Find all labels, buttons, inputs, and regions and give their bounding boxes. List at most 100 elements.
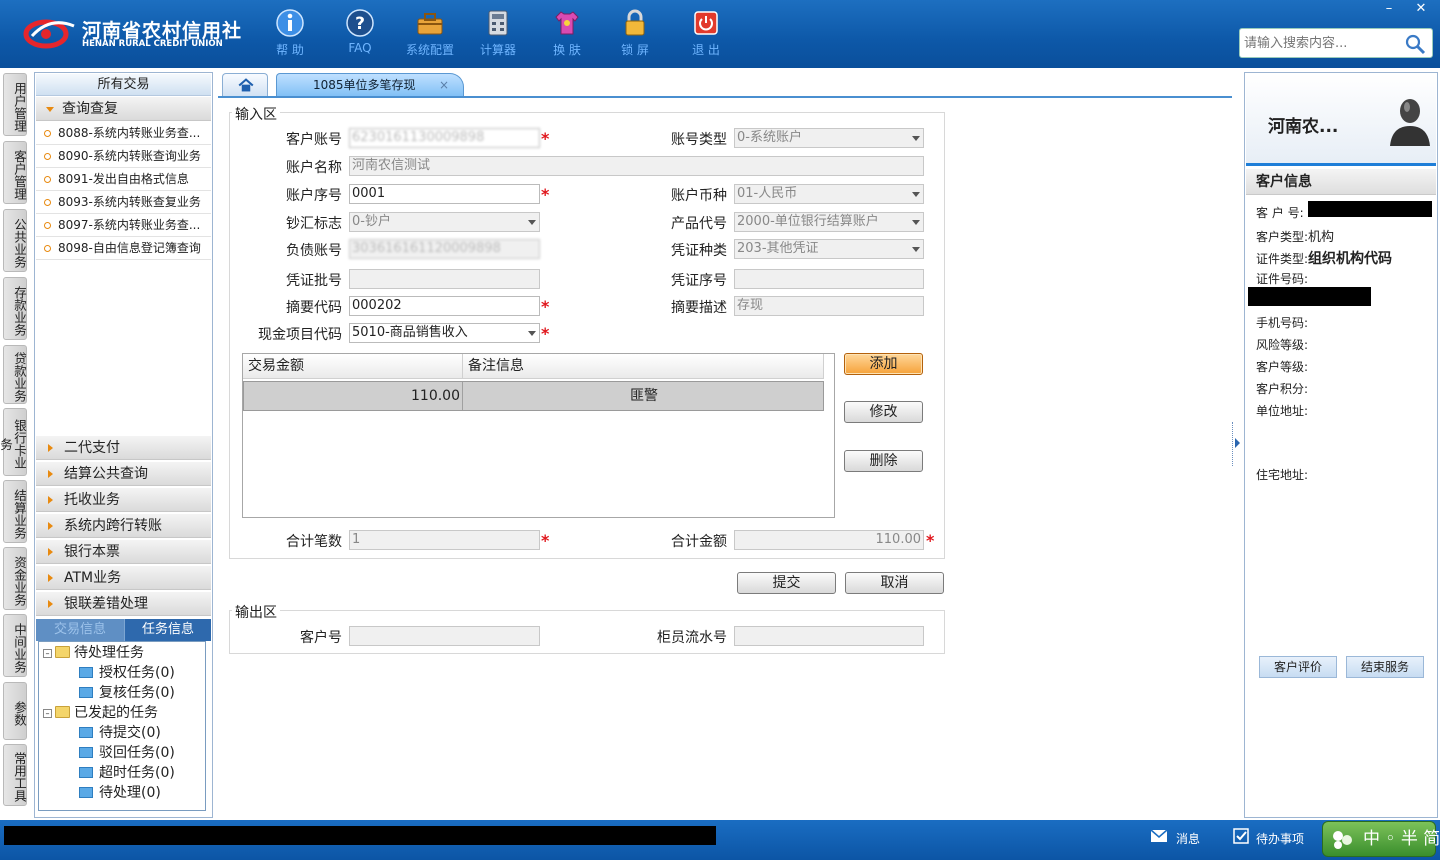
table-row[interactable]: 110.00 匪警: [243, 381, 824, 411]
skin-button[interactable]: 换 肤: [537, 8, 597, 64]
summary-desc-label: 摘要描述: [671, 300, 727, 316]
tree-node-rejected[interactable]: 驳回任务(0): [79, 744, 175, 762]
transaction-item[interactable]: 8098-自由信息登记簿查询: [36, 237, 211, 260]
tab-task-info[interactable]: 任务信息: [125, 619, 211, 641]
group-query[interactable]: 查询查复: [36, 97, 211, 121]
required-mark: *: [541, 531, 550, 550]
tree-node-label: 已发起的任务: [74, 705, 158, 721]
cell-amount: 110.00: [244, 382, 463, 410]
collapsed-arrow-icon: [48, 574, 53, 582]
module-tabs: 用户管理 客户管理 公共业务 存款业务 贷款业务 银行卡业务 结算业务 资金业务…: [0, 70, 30, 818]
collapsed-arrow-icon: [48, 444, 53, 452]
todo-label[interactable]: 待办事项: [1256, 830, 1304, 847]
search-input[interactable]: [1244, 29, 1404, 57]
delete-button[interactable]: 删除: [844, 450, 923, 472]
tree-node-to-submit[interactable]: 待提交(0): [79, 724, 161, 742]
account-seq-field[interactable]: 0001: [349, 184, 540, 204]
messages-label[interactable]: 消息: [1176, 830, 1200, 847]
cash-item-code-value: 5010-商品销售收入: [352, 325, 468, 340]
summary-code-field[interactable]: 000202: [349, 296, 540, 316]
customer-account-field[interactable]: 6230161130009898: [349, 128, 540, 148]
vtab-bank-card[interactable]: 银行卡业务: [0, 408, 27, 476]
transaction-item[interactable]: 8088-系统内转账业务查...: [36, 122, 211, 145]
vtab-intermediate[interactable]: 中间业务: [3, 614, 27, 677]
power-icon: [694, 11, 718, 35]
vtab-common-tools[interactable]: 常用工具: [3, 744, 27, 806]
tree-node-review[interactable]: 复核任务(0): [79, 684, 175, 702]
category-second-gen-payment[interactable]: 二代支付: [36, 436, 211, 460]
close-tab-icon[interactable]: ×: [439, 74, 449, 96]
tree-node-authorize[interactable]: 授权任务(0): [79, 664, 175, 682]
transaction-item[interactable]: 8097-系统内转账业务查...: [36, 214, 211, 237]
transaction-item[interactable]: 8090-系统内转账查询业务: [36, 145, 211, 168]
edit-button[interactable]: 修改: [844, 401, 923, 423]
add-button[interactable]: 添加: [844, 353, 923, 375]
submit-button[interactable]: 提交: [737, 572, 836, 594]
column-header-amount[interactable]: 交易金额: [243, 354, 463, 379]
category-bank-draft[interactable]: 银行本票: [36, 540, 211, 564]
category-label: ATM业务: [64, 570, 122, 586]
system-config-button[interactable]: 系统配置: [400, 8, 460, 64]
minimize-button[interactable]: –: [1374, 0, 1404, 18]
category-collection[interactable]: 托收业务: [36, 488, 211, 512]
system-config-label: 系统配置: [405, 43, 454, 57]
column-header-remark[interactable]: 备注信息: [463, 354, 824, 379]
exit-button[interactable]: 退 出: [676, 8, 736, 64]
tab-transaction-info[interactable]: 交易信息: [36, 619, 124, 641]
cancel-button[interactable]: 取消: [845, 572, 944, 594]
checkbox-icon[interactable]: [1232, 828, 1250, 844]
panel-splitter[interactable]: [1232, 422, 1242, 466]
collapse-icon[interactable]: –: [43, 709, 52, 718]
currency-select[interactable]: 01-人民币: [734, 184, 924, 204]
tab-home[interactable]: [222, 73, 268, 97]
transaction-item[interactable]: 8091-发出自由格式信息: [36, 168, 211, 191]
customer-account-label: 客户账号: [286, 132, 342, 148]
faq-button[interactable]: ? FAQ: [330, 8, 390, 64]
vtab-customer-management[interactable]: 客户管理: [3, 141, 27, 204]
product-code-select[interactable]: 2000-单位银行结算账户: [734, 212, 924, 232]
bullet-icon: [44, 130, 51, 137]
vtab-loan[interactable]: 贷款业务: [3, 345, 27, 404]
transaction-item[interactable]: 8093-系统内转账查复业务: [36, 191, 211, 214]
collapse-icon[interactable]: –: [43, 649, 52, 658]
account-type-select[interactable]: 0-系统账户: [734, 128, 924, 148]
vtab-deposit[interactable]: 存款业务: [3, 277, 27, 340]
end-service-button[interactable]: 结束服务: [1346, 656, 1424, 678]
tree-node-to-process[interactable]: 待处理(0): [79, 784, 161, 802]
tree-node-pending[interactable]: – 待处理任务: [43, 644, 144, 662]
cash-flag-select[interactable]: 0-钞户: [349, 212, 540, 232]
customer-no-label: 客 户 号:: [1256, 206, 1304, 220]
calculator-button[interactable]: 计算器: [468, 8, 528, 64]
mail-icon[interactable]: [1150, 828, 1168, 844]
cell-remark: 匪警: [630, 388, 658, 404]
account-name-field: 河南农信测试: [349, 156, 924, 176]
customer-evaluate-button[interactable]: 客户评价: [1259, 656, 1337, 678]
lock-screen-button[interactable]: 锁 屏: [605, 8, 665, 64]
vtab-funds[interactable]: 资金业务: [3, 547, 27, 610]
vtab-user-management[interactable]: 用户管理: [3, 73, 27, 136]
bullet-icon: [44, 222, 51, 229]
tree-node-initiated[interactable]: – 已发起的任务: [43, 704, 158, 722]
category-interbank-transfer[interactable]: 系统内跨行转账: [36, 514, 211, 538]
required-mark: *: [541, 129, 550, 148]
category-unionpay-error[interactable]: 银联差错处理: [36, 592, 211, 616]
vtab-public-business[interactable]: 公共业务: [3, 209, 27, 272]
customer-no-field: [349, 626, 540, 646]
amount-grid: 交易金额 备注信息 110.00 匪警: [242, 353, 835, 518]
voucher-no-field: [734, 269, 924, 289]
output-area-legend: 输出区: [232, 602, 280, 622]
vtab-settlement[interactable]: 结算业务: [3, 480, 27, 543]
flower-icon: [1333, 831, 1352, 849]
voucher-batch-label: 凭证批号: [286, 273, 342, 289]
tree-node-timeout[interactable]: 超时任务(0): [79, 764, 175, 782]
cash-item-code-select[interactable]: 5010-商品销售收入: [349, 323, 540, 343]
tab-active-transaction[interactable]: 1085单位多笔存现 ×: [276, 73, 464, 97]
voucher-type-select[interactable]: 203-其他凭证: [734, 239, 924, 259]
help-button[interactable]: 帮 助: [260, 8, 320, 64]
search-icon[interactable]: [1404, 33, 1426, 55]
close-window-button[interactable]: ✕: [1406, 0, 1436, 18]
category-atm[interactable]: ATM业务: [36, 566, 211, 590]
category-settlement-query[interactable]: 结算公共查询: [36, 462, 211, 486]
vtab-parameters[interactable]: 参数: [3, 682, 27, 740]
input-method-indicator[interactable]: 中 ◦ 半 简: [1322, 821, 1440, 857]
